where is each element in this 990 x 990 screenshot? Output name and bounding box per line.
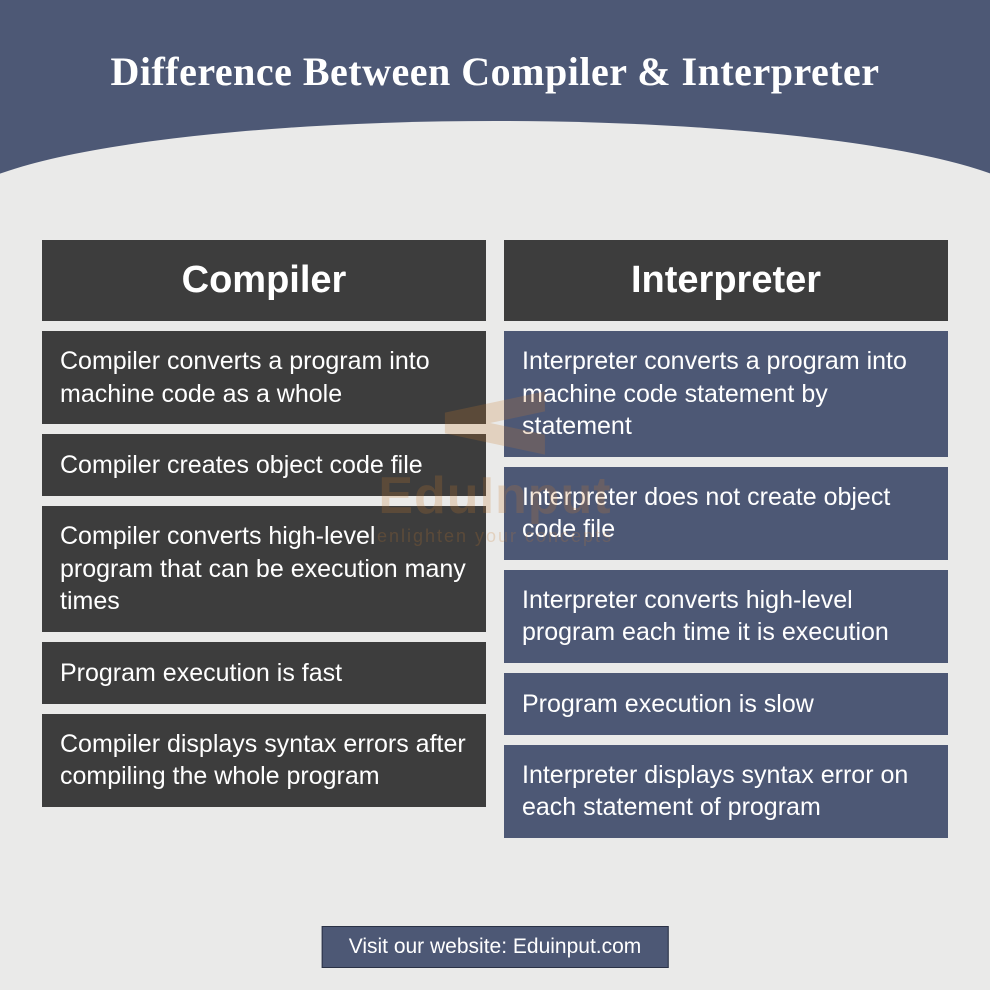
table-row: Compiler displays syntax errors after co… bbox=[42, 714, 486, 807]
table-row: Program execution is slow bbox=[504, 673, 948, 735]
table-row: Interpreter converts a program into mach… bbox=[504, 331, 948, 457]
header-banner: Difference Between Compiler & Interprete… bbox=[0, 0, 990, 210]
interpreter-column: Interpreter Interpreter converts a progr… bbox=[504, 240, 948, 838]
header-curve bbox=[0, 121, 990, 211]
compiler-column: Compiler Compiler converts a program int… bbox=[42, 240, 486, 838]
page-title: Difference Between Compiler & Interprete… bbox=[0, 48, 990, 95]
table-row: Compiler converts a program into machine… bbox=[42, 331, 486, 424]
comparison-content: Compiler Compiler converts a program int… bbox=[0, 210, 990, 838]
interpreter-header: Interpreter bbox=[504, 240, 948, 321]
table-row: Interpreter does not create object code … bbox=[504, 467, 948, 560]
table-row: Interpreter converts high-level program … bbox=[504, 570, 948, 663]
table-row: Program execution is fast bbox=[42, 642, 486, 704]
table-row: Compiler converts high-level program tha… bbox=[42, 506, 486, 632]
table-row: Interpreter displays syntax error on eac… bbox=[504, 745, 948, 838]
table-row: Compiler creates object code file bbox=[42, 434, 486, 496]
comparison-table: Compiler Compiler converts a program int… bbox=[42, 240, 948, 838]
footer-link[interactable]: Visit our website: Eduinput.com bbox=[322, 926, 669, 968]
compiler-header: Compiler bbox=[42, 240, 486, 321]
